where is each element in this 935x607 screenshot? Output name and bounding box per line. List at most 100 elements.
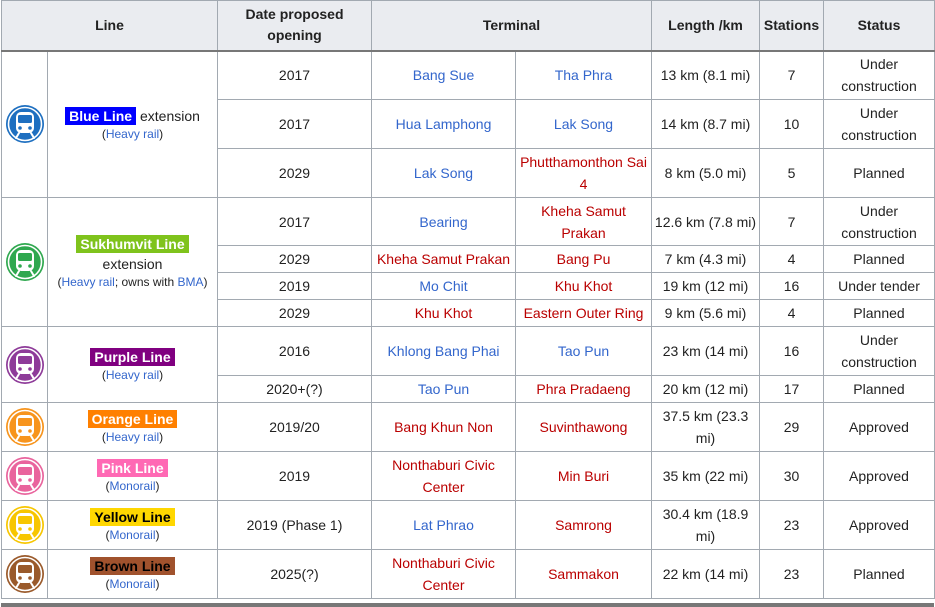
table-bottom-border — [1, 603, 934, 607]
paren-close: ) — [159, 367, 164, 382]
header-date[interactable]: Date proposed opening — [217, 0, 372, 52]
terminal-a-link[interactable]: Hua Lamphong — [396, 116, 492, 132]
table-row: Orange Line (Heavy rail) 2019/20 Bang Kh… — [1, 402, 935, 452]
length-cell: 14 km (8.7 mi) — [651, 99, 760, 149]
monorail-link[interactable]: Monorail — [109, 528, 155, 542]
yellow-line-link[interactable]: Yellow Line — [90, 508, 175, 526]
terminal-a-link[interactable]: Tao Pun — [418, 381, 469, 397]
terminal-a-link[interactable]: Bearing — [419, 214, 467, 230]
monorail-link[interactable]: Monorail — [109, 479, 155, 493]
status-cell: Planned — [823, 549, 935, 599]
status-cell: Approved — [823, 500, 935, 550]
header-row: Line Date proposed opening Terminal Leng… — [1, 0, 935, 52]
heavy-rail-link[interactable]: Heavy rail — [106, 127, 159, 141]
terminal-b-link[interactable]: Sammakon — [548, 566, 619, 582]
date-cell: 2016 — [217, 326, 372, 376]
table-row: Sukhumvit Line extension (Heavy rail; ow… — [1, 197, 935, 327]
length-cell: 7 km (4.3 mi) — [651, 245, 760, 273]
length-cell: 23 km (14 mi) — [651, 326, 760, 376]
terminal-b-link[interactable]: Phutthamonthon Sai 4 — [520, 154, 647, 192]
terminal-a-link[interactable]: Nonthaburi Civic Center — [392, 555, 495, 593]
header-stations[interactable]: Stations — [759, 0, 824, 52]
bma-link[interactable]: BMA — [178, 275, 204, 289]
table-row: Blue Line extension (Heavy rail) 2017 Ba… — [1, 50, 935, 198]
header-line[interactable]: Line — [1, 0, 218, 52]
pink-line-icon-cell — [1, 451, 48, 501]
status-cell: Planned — [823, 299, 935, 327]
yellow-line-info: Yellow Line (Monorail) — [47, 500, 218, 550]
stations-cell: 5 — [759, 148, 824, 198]
stations-cell: 23 — [759, 500, 824, 550]
header-status[interactable]: Status — [823, 0, 935, 52]
status-cell: Under construction — [823, 50, 935, 100]
purple-line-link[interactable]: Purple Line — [90, 347, 175, 366]
terminal-a-link[interactable]: Khu Khot — [415, 305, 473, 321]
metro-train-icon — [5, 506, 44, 544]
table-row: Brown Line (Monorail) 2025(?) Nonthaburi… — [1, 549, 935, 599]
pink-line-link[interactable]: Pink Line — [97, 459, 168, 477]
table-row: Yellow Line (Monorail) 2019 (Phase 1) La… — [1, 500, 935, 550]
blue-line-link[interactable]: Blue Line — [65, 107, 137, 126]
owner-text: ; owns with — [114, 275, 178, 289]
terminal-b-link[interactable]: Khu Khot — [555, 278, 613, 294]
stations-cell: 4 — [759, 245, 824, 273]
terminal-b-link[interactable]: Kheha Samut Prakan — [541, 203, 626, 241]
status-cell: Under construction — [823, 197, 935, 246]
terminal-b-link[interactable]: Tao Pun — [558, 343, 609, 359]
stations-cell: 30 — [759, 451, 824, 501]
terminal-a-link[interactable]: Lat Phrao — [413, 517, 474, 533]
terminal-b-link[interactable]: Phra Pradaeng — [536, 381, 630, 397]
orange-line-link[interactable]: Orange Line — [87, 410, 178, 428]
date-cell: 2029 — [217, 245, 372, 273]
blue-line-info: Blue Line extension (Heavy rail) — [47, 50, 218, 198]
terminal-a-link[interactable]: Mo Chit — [419, 278, 467, 294]
purple-line-icon-cell — [1, 326, 48, 403]
metro-train-icon — [5, 408, 44, 446]
terminal-a-link[interactable]: Kheha Samut Prakan — [377, 251, 510, 267]
terminal-b-link[interactable]: Samrong — [555, 517, 612, 533]
heavy-rail-link[interactable]: Heavy rail — [106, 430, 159, 444]
brown-line-link[interactable]: Brown Line — [90, 557, 175, 575]
header-terminal[interactable]: Terminal — [371, 0, 652, 52]
length-cell: 13 km (8.1 mi) — [651, 50, 760, 100]
terminal-b-link[interactable]: Eastern Outer Ring — [524, 305, 644, 321]
status-cell: Planned — [823, 148, 935, 198]
header-length[interactable]: Length /km — [651, 0, 760, 52]
length-cell: 19 km (12 mi) — [651, 272, 760, 300]
terminal-b-link[interactable]: Lak Song — [554, 116, 613, 132]
terminal-b-link[interactable]: Tha Phra — [555, 67, 613, 83]
status-cell: Under tender — [823, 272, 935, 300]
date-cell: 2017 — [217, 99, 372, 149]
terminal-a-link[interactable]: Bang Khun Non — [394, 419, 493, 435]
status-cell: Under construction — [823, 99, 935, 149]
length-cell: 35 km (22 mi) — [651, 451, 760, 501]
status-cell: Planned — [823, 375, 935, 403]
length-cell: 20 km (12 mi) — [651, 375, 760, 403]
stations-cell: 10 — [759, 99, 824, 149]
heavy-rail-link[interactable]: Heavy rail — [61, 275, 114, 289]
terminal-a-link[interactable]: Khlong Bang Phai — [387, 343, 499, 359]
paren-close: ) — [203, 275, 208, 289]
paren-close: ) — [155, 577, 160, 591]
metro-train-icon — [5, 345, 44, 384]
date-cell: 2029 — [217, 299, 372, 327]
date-cell: 2019 — [217, 451, 372, 501]
orange-line-icon-cell — [1, 402, 48, 452]
terminal-b-link[interactable]: Bang Pu — [557, 251, 611, 267]
heavy-rail-link[interactable]: Heavy rail — [106, 368, 159, 382]
terminal-b-link[interactable]: Suvinthawong — [540, 419, 628, 435]
yellow-line-icon-cell — [1, 500, 48, 550]
terminal-a-link[interactable]: Lak Song — [414, 165, 473, 181]
sukhumvit-line-suffix: extension — [102, 256, 163, 272]
terminal-a-link[interactable]: Nonthaburi Civic Center — [392, 457, 495, 495]
monorail-link[interactable]: Monorail — [109, 577, 155, 591]
status-cell: Approved — [823, 402, 935, 452]
terminal-a-link[interactable]: Bang Sue — [413, 67, 475, 83]
stations-cell: 7 — [759, 197, 824, 246]
stations-cell: 29 — [759, 402, 824, 452]
terminal-b-link[interactable]: Min Buri — [558, 468, 609, 484]
stations-cell: 17 — [759, 375, 824, 403]
brown-line-icon-cell — [1, 549, 48, 599]
sukhumvit-line-link[interactable]: Sukhumvit Line — [76, 235, 189, 253]
length-cell: 37.5 km (23.3 mi) — [651, 402, 760, 452]
